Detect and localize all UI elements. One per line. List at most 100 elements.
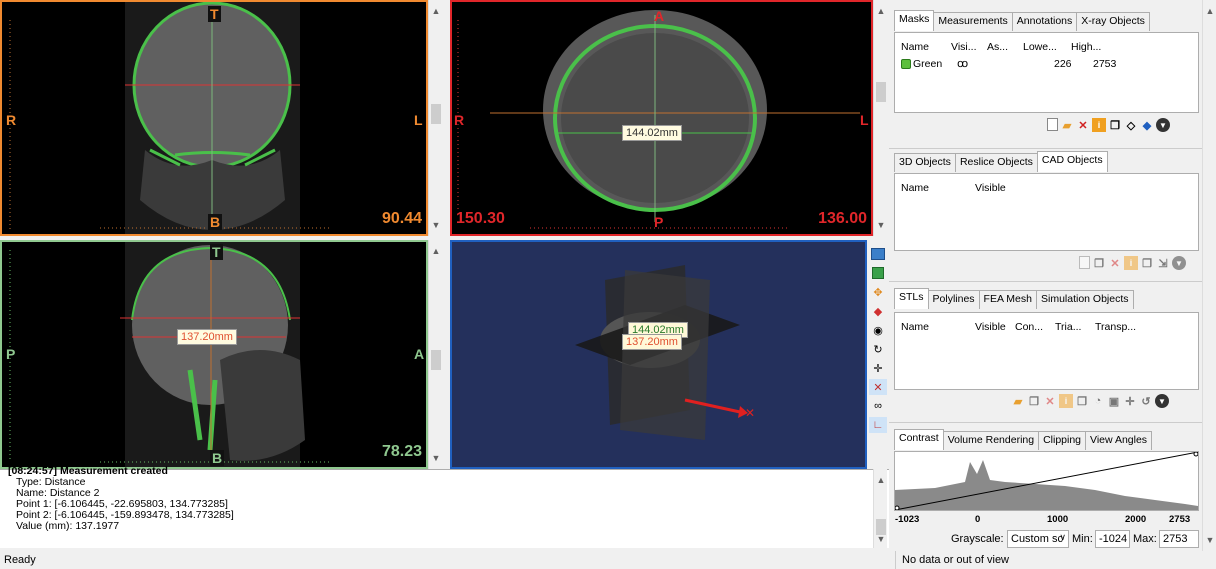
column-header[interactable]: Transp... [1095,321,1136,333]
tab-simulation-objects[interactable]: Simulation Objects [1035,290,1134,309]
shield-icon[interactable]: ◆ [1140,118,1154,132]
column-header[interactable]: Lowe... [1023,41,1057,53]
info-icon[interactable]: i [1059,394,1073,408]
new-icon[interactable] [1079,256,1090,269]
axial-viewport[interactable]: 144.02mm A P R L 150.30 136.00 [450,0,873,236]
smooth-icon[interactable]: ▣ [1107,394,1121,408]
min-input[interactable]: -1024 [1095,530,1130,548]
column-header[interactable]: High... [1071,41,1101,53]
box-icon[interactable] [869,265,887,281]
scroll-up-icon[interactable]: ▲ [429,4,443,18]
cad-objects-list[interactable]: Name Visible [894,173,1199,251]
tab-view-angles[interactable]: View Angles [1085,431,1153,450]
scroll-thumb[interactable] [431,350,441,370]
delete-icon[interactable]: ✕ [1043,394,1057,408]
scroll-thumb[interactable] [876,82,886,102]
grayscale-select[interactable]: Custom sc ∨ [1007,530,1069,548]
scroll-up-icon[interactable]: ▲ [1203,4,1216,18]
scroll-down-icon[interactable]: ▼ [429,451,443,465]
axial-measurement-label[interactable]: 144.02mm [622,125,682,141]
tab-fea-mesh[interactable]: FEA Mesh [978,290,1037,309]
duplicate-icon[interactable]: ❐ [1075,394,1089,408]
move-icon[interactable]: ✛ [869,360,887,376]
menu-icon[interactable]: ▼ [1155,394,1169,408]
tab-annotations[interactable]: Annotations [1011,12,1078,31]
histogram[interactable] [894,451,1199,511]
3d-red-measurement[interactable]: 137.20mm [622,334,682,350]
delete-icon[interactable]: ✕ [1108,256,1122,270]
tab-cad-objects[interactable]: CAD Objects [1036,151,1108,172]
panel-scrollbar[interactable]: ▲ ▼ [1202,0,1216,551]
tab-contrast[interactable]: Contrast [894,429,944,450]
scroll-up-icon[interactable]: ▲ [874,473,888,487]
scroll-up-icon[interactable]: ▲ [429,244,443,258]
duplicate-icon[interactable]: ❐ [1140,256,1154,270]
new-icon[interactable] [1047,118,1058,131]
glasses-icon[interactable]: ∞ [869,398,887,414]
copy-icon[interactable]: ❐ [1027,394,1041,408]
open-icon[interactable]: ▰ [1060,118,1074,132]
open-icon[interactable]: ▰ [1011,394,1025,408]
stl-list[interactable]: Name Visible Con... Tria... Transp... [894,312,1199,390]
column-header[interactable]: Con... [1015,321,1043,333]
tab-reslice-objects[interactable]: Reslice Objects [954,153,1038,172]
axes-icon[interactable]: ∟ [869,417,887,433]
scroll-up-icon[interactable]: ▲ [874,4,888,18]
tab-stls[interactable]: STLs [894,288,929,309]
tab-polylines[interactable]: Polylines [927,290,980,309]
delete-icon[interactable]: ✕ [1076,118,1090,132]
scroll-down-icon[interactable]: ▼ [1203,533,1216,547]
column-header[interactable]: Name [901,321,929,333]
sagittal-viewport[interactable]: 137.20mm T B P A 78.23 [0,240,428,469]
rotate-icon[interactable]: ↺ [1139,394,1153,408]
log-panel[interactable]: [08:24:57] Measurement created Type: Dis… [0,466,889,548]
export-icon[interactable]: ⇲ [1156,256,1170,270]
tab-volume-rendering[interactable]: Volume Rendering [942,431,1040,450]
log-scrollbar[interactable]: ▲ ▼ [873,469,887,548]
shield-icon[interactable]: ◆ [869,303,887,319]
move-icon[interactable]: ✛ [1123,394,1137,408]
tab-clipping[interactable]: Clipping [1038,431,1087,450]
sagittal-top-label: T [210,244,223,260]
copy-icon[interactable]: ❐ [1092,256,1106,270]
sagittal-measurement-label[interactable]: 137.20mm [177,329,237,345]
column-header[interactable]: Visible [975,182,1006,194]
column-header[interactable]: Name [901,41,929,53]
scroll-down-icon[interactable]: ▼ [874,218,888,232]
sagittal-scrollbar[interactable]: ▲ ▼ [428,240,442,469]
clip-icon[interactable]: ✥ [869,284,887,300]
masks-list[interactable]: Name Visi... As... Lowe... High... Green… [894,32,1199,113]
column-header[interactable]: Tria... [1055,321,1081,333]
tab-measurements[interactable]: Measurements [933,12,1013,31]
erase-icon[interactable]: ◇ [1124,118,1138,132]
masks-toolbar: ▰ ✕ i ❐ ◇ ◆ ▼ [1047,118,1170,132]
axial-scrollbar[interactable]: ▲ ▼ [873,0,887,236]
copy-icon[interactable]: ❐ [1108,118,1122,132]
rotate-icon[interactable]: ↻ [869,341,887,357]
mask-row[interactable]: Green ꝏ 226 2753 [899,57,1129,71]
wrap-icon[interactable]: ◔ [1091,394,1105,408]
tab-xray-objects[interactable]: X-ray Objects [1076,12,1150,31]
menu-icon[interactable]: ▼ [1172,256,1186,270]
eye-icon[interactable]: ◉ [869,322,887,338]
scroll-down-icon[interactable]: ▼ [874,532,888,546]
crosshair-icon[interactable]: ✕ [869,379,887,395]
tab-3d-objects[interactable]: 3D Objects [894,153,956,172]
glasses-icon[interactable]: ꝏ [957,57,968,70]
coronal-scrollbar[interactable]: ▲ ▼ [428,0,442,236]
max-input[interactable]: 2753 [1159,530,1199,548]
column-header[interactable]: Name [901,182,929,194]
tab-masks[interactable]: Masks [894,10,935,31]
column-header[interactable]: As... [987,41,1008,53]
info-icon[interactable]: i [1124,256,1138,270]
column-header[interactable]: Visible [975,321,1006,333]
info-icon[interactable]: i [1092,118,1106,132]
scroll-down-icon[interactable]: ▼ [429,218,443,232]
scroll-thumb[interactable] [431,104,441,124]
menu-icon[interactable]: ▼ [1156,118,1170,132]
coronal-viewport[interactable]: T B R L 90.44 [0,0,428,236]
mask-color-swatch[interactable] [901,59,911,69]
column-header[interactable]: Visi... [951,41,976,53]
3d-viewport[interactable]: ✕ 144.02mm 137.20mm [450,240,867,469]
cube-icon[interactable] [869,246,887,262]
